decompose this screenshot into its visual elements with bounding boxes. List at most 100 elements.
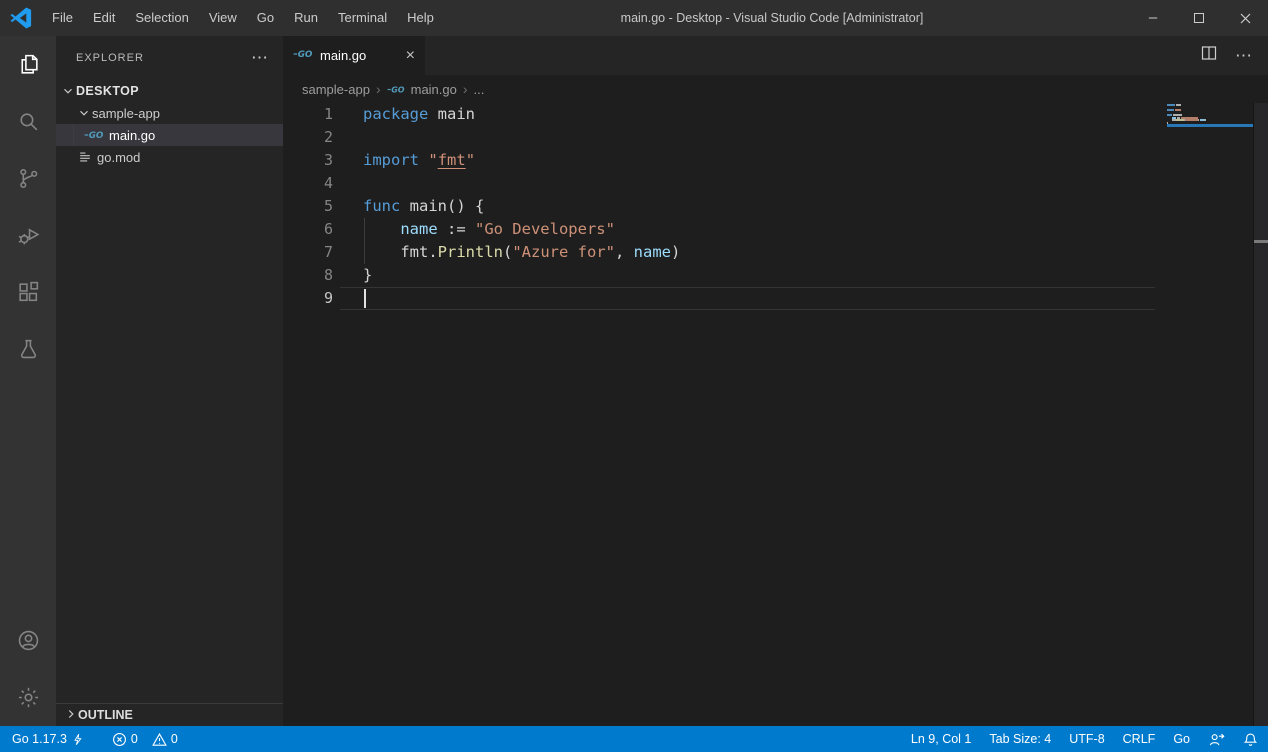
line-number: 1: [283, 103, 333, 126]
menu-bar: File Edit Selection View Go Run Terminal…: [42, 0, 444, 36]
source-control-icon[interactable]: [0, 150, 56, 207]
language-mode-status[interactable]: Go: [1173, 732, 1190, 746]
outline-section[interactable]: OUTLINE: [56, 703, 283, 726]
go-file-icon: GO: [293, 48, 313, 63]
tree-root-desktop[interactable]: DESKTOP: [56, 80, 283, 102]
close-button[interactable]: [1222, 0, 1268, 36]
tab-label: main.go: [320, 48, 366, 63]
folder-label: sample-app: [92, 106, 160, 121]
encoding-status[interactable]: UTF-8: [1069, 732, 1104, 746]
tab-bar: GO main.go × ⋯: [283, 36, 1268, 75]
chevron-down-icon: [76, 106, 92, 120]
minimap[interactable]: [1163, 104, 1253, 127]
breadcrumb-separator: ›: [463, 81, 468, 97]
line-number: 2: [283, 126, 333, 149]
menu-go[interactable]: Go: [247, 0, 284, 36]
breadcrumb-item-folder[interactable]: sample-app: [302, 82, 370, 97]
status-left: Go 1.17.3 0 0: [12, 732, 178, 747]
line-number: 8: [283, 264, 333, 287]
error-icon: [112, 732, 127, 747]
split-editor-icon[interactable]: [1201, 45, 1217, 66]
scrollbar[interactable]: [1253, 103, 1268, 726]
menu-run[interactable]: Run: [284, 0, 328, 36]
mod-file-icon: [78, 150, 92, 164]
notifications-bell-icon[interactable]: [1243, 732, 1258, 747]
go-version-status[interactable]: Go 1.17.3: [12, 732, 84, 747]
code-text: func main() {: [363, 195, 484, 218]
go-file-icon: GO: [84, 129, 104, 141]
code-line-8[interactable]: 8}: [283, 264, 1268, 287]
svg-text:GO: GO: [89, 131, 104, 141]
menu-edit[interactable]: Edit: [83, 0, 125, 36]
vscode-logo-icon: [0, 7, 42, 29]
code-line-6[interactable]: 6 name := "Go Developers": [283, 218, 1268, 241]
editor-group: GO main.go × ⋯ sample-app › GO: [283, 36, 1268, 726]
line-number: 7: [283, 241, 333, 264]
menu-selection[interactable]: Selection: [125, 0, 198, 36]
status-right: Ln 9, Col 1 Tab Size: 4 UTF-8 CRLF Go: [911, 732, 1258, 747]
minimize-icon: –: [1149, 13, 1157, 23]
file-label: go.mod: [97, 150, 140, 165]
more-actions-icon[interactable]: ⋯: [1235, 46, 1252, 66]
code-text: fmt.Println("Azure for", name): [363, 241, 680, 264]
chevron-right-icon: [64, 707, 78, 724]
window-controls: –: [1130, 0, 1268, 36]
more-actions-icon[interactable]: ⋯: [251, 48, 269, 68]
extensions-icon[interactable]: [0, 264, 56, 321]
menu-terminal[interactable]: Terminal: [328, 0, 397, 36]
code-line-4[interactable]: 4: [283, 172, 1268, 195]
indentation-status[interactable]: Tab Size: 4: [989, 732, 1051, 746]
overview-ruler-cursor-marker: [1254, 240, 1268, 243]
code-line-3[interactable]: 3import "fmt": [283, 149, 1268, 172]
svg-text:GO: GO: [298, 50, 313, 60]
menu-help[interactable]: Help: [397, 0, 444, 36]
vscode-window: File Edit Selection View Go Run Terminal…: [0, 0, 1268, 752]
explorer-icon[interactable]: [0, 36, 56, 93]
text-cursor: [364, 289, 366, 308]
breadcrumb-item-symbol[interactable]: ...: [474, 82, 485, 97]
title-bar: File Edit Selection View Go Run Terminal…: [0, 0, 1268, 36]
go-version-label: Go 1.17.3: [12, 732, 67, 746]
code-line-5[interactable]: 5 func main() {: [283, 195, 1268, 218]
line-number: 5: [283, 195, 333, 218]
tab-close-icon[interactable]: ×: [406, 48, 415, 64]
breadcrumb-item-file[interactable]: main.go: [411, 82, 457, 97]
run-debug-icon[interactable]: [0, 207, 56, 264]
tree-item-go-mod[interactable]: go.mod: [56, 146, 283, 168]
search-icon[interactable]: [0, 93, 56, 150]
eol-status[interactable]: CRLF: [1123, 732, 1156, 746]
editor-actions: ⋯: [1201, 36, 1268, 75]
code-line-7[interactable]: 7 fmt.Println("Azure for", name): [283, 241, 1268, 264]
minimap-line: [1167, 124, 1253, 126]
menu-file[interactable]: File: [42, 0, 83, 36]
code-text: package main: [363, 103, 475, 126]
line-number: 6: [283, 218, 333, 241]
line-number: 4: [283, 172, 333, 195]
sidebar-header: EXPLORER ⋯: [56, 36, 283, 80]
breadcrumb: sample-app › GO main.go › ...: [283, 75, 1268, 103]
maximize-button[interactable]: [1176, 0, 1222, 36]
window-title: main.go - Desktop - Visual Studio Code […: [621, 11, 924, 25]
account-icon[interactable]: [0, 612, 56, 669]
tree-item-main-go[interactable]: GO main.go: [56, 124, 283, 146]
warning-icon: [152, 732, 167, 747]
code-line-9[interactable]: 9: [283, 287, 1268, 310]
problems-status[interactable]: 0 0: [112, 732, 178, 747]
warning-count: 0: [171, 732, 178, 746]
activity-bar: [0, 36, 56, 726]
tab-main-go[interactable]: GO main.go ×: [283, 36, 425, 75]
code-line-2[interactable]: 2: [283, 126, 1268, 149]
error-count: 0: [131, 732, 138, 746]
menu-view[interactable]: View: [199, 0, 247, 36]
tree-item-sample-app[interactable]: sample-app: [56, 102, 283, 124]
code-line-1[interactable]: 1 package main: [283, 103, 1268, 126]
svg-text:GO: GO: [391, 85, 405, 94]
feedback-icon[interactable]: [1208, 732, 1225, 747]
testing-icon[interactable]: [0, 321, 56, 378]
settings-gear-icon[interactable]: [0, 669, 56, 726]
lightning-icon: [71, 732, 84, 747]
current-line-highlight: [340, 287, 1155, 310]
minimize-button[interactable]: –: [1130, 0, 1176, 36]
code-editor[interactable]: 1 package main 23import "fmt"45 func main()…: [283, 103, 1268, 726]
cursor-position-status[interactable]: Ln 9, Col 1: [911, 732, 971, 746]
